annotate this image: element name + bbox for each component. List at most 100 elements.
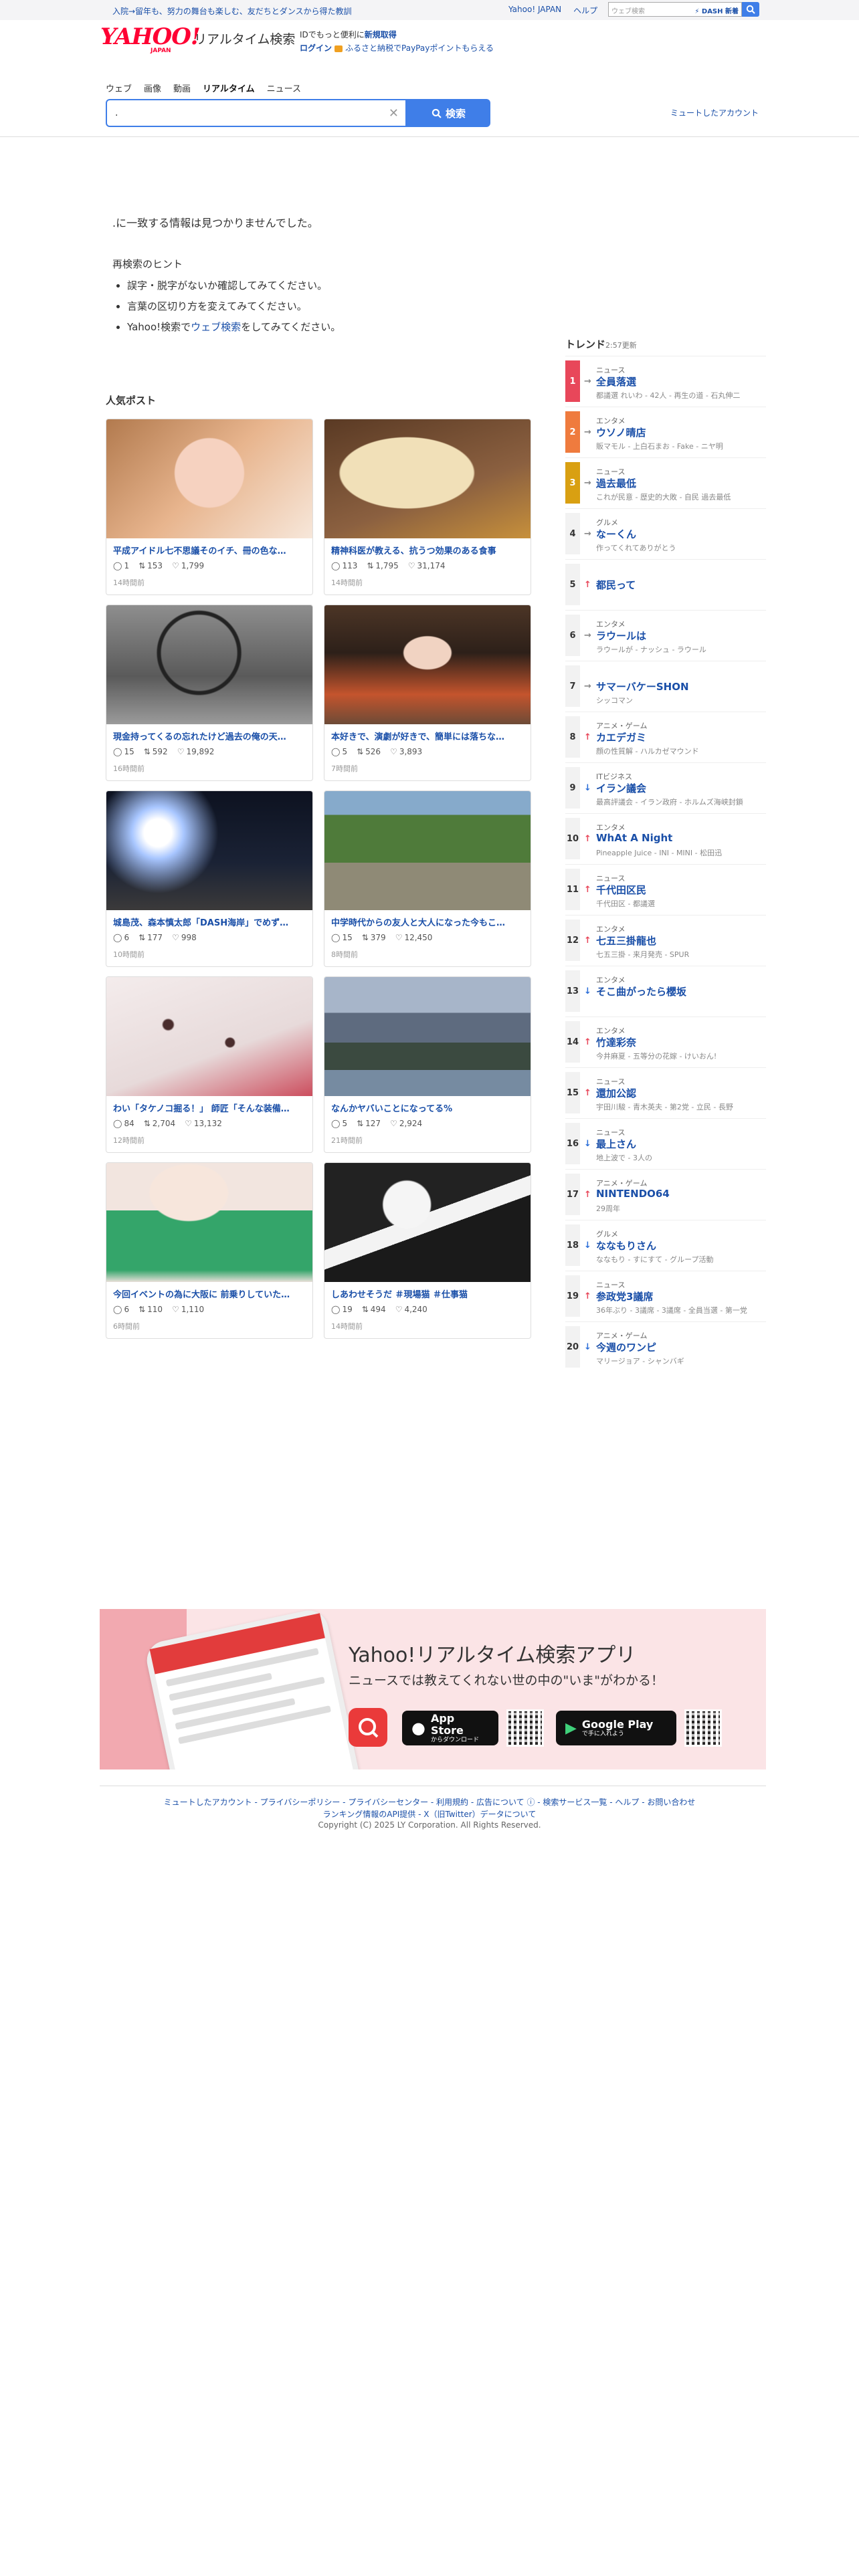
trend-item[interactable]: 12 ↑ エンタメ 七五三掛龍也 七五三掛 - 来月発売 - SPUR [565, 915, 766, 966]
trend-arrow-icon: → [584, 427, 591, 437]
trend-word[interactable]: そこ曲がったら櫻坂 [596, 984, 686, 998]
trend-item[interactable]: 17 ↑ アニメ・ゲーム NINTENDO64 29周年 [565, 1169, 766, 1220]
promo-link[interactable]: 入院→留年も、努力の舞台も楽しむ、友だちとダンスから得た教訓 [112, 5, 351, 17]
app-store-button[interactable]: ● App Store からダウンロード [402, 1711, 498, 1745]
trend-word[interactable]: 都民って [596, 578, 636, 592]
post-title[interactable]: 平成アイドル七不思議そのイチ、冊の色な… [113, 544, 307, 556]
app-banner[interactable]: Yahoo!リアルタイム検索アプリ ニュースでは教えてくれない世の中の"いま"が… [100, 1609, 766, 1769]
post-card[interactable]: 平成アイドル七不思議そのイチ、冊の色な… ◯ 1 ⇅ 153 ♡ 1,799 14時間… [106, 419, 313, 595]
footer-links[interactable]: ミュートしたアカウント - プライバシーポリシー - プライバシーセンター - … [0, 1796, 859, 1820]
trend-word[interactable]: イラン議会 [596, 781, 646, 795]
post-card[interactable]: わい「タケノコ掘る！」 師匠「そんな装備… ◯ 84 ⇅ 2,704 ♡ 13,132… [106, 976, 313, 1153]
reply-count: ◯ 6 [113, 933, 130, 942]
trend-word[interactable]: ウソノ晴店 [596, 425, 646, 439]
trend-item[interactable]: 20 ↓ アニメ・ゲーム 今週のワンピ マリージョア - シャンバギ [565, 1321, 766, 1372]
post-image[interactable] [106, 605, 312, 724]
trend-word[interactable]: 還加公認 [596, 1086, 636, 1100]
trend-word[interactable]: 七五三掛龍也 [596, 934, 656, 948]
search-button[interactable]: 検索 [407, 99, 490, 127]
trend-item[interactable]: 15 ↑ ニュース 還加公認 宇田川駿 - 青木英夫 - 第2党 - 立民 - … [565, 1067, 766, 1118]
trend-item[interactable]: 8 ↑ アニメ・ゲーム カエデガミ 顔の性質解 - ハルカゼマウンド [565, 712, 766, 762]
post-title[interactable]: なんかヤバいことになってる% [331, 1101, 525, 1114]
tab-web[interactable]: ウェブ [106, 82, 132, 94]
trend-item[interactable]: 6 → エンタメ ラウールは ラウールが - ナッシュ - ラウール [565, 610, 766, 661]
trend-item[interactable]: 10 ↑ エンタメ WhAt A Night Pineapple Juice -… [565, 813, 766, 864]
post-card[interactable]: なんかヤバいことになってる% ◯ 5 ⇅ 127 ♡ 2,924 21時間前 [324, 976, 531, 1153]
post-card[interactable]: 本好きで、演劇が好きで、簡単には落ちな… ◯ 5 ⇅ 526 ♡ 3,893 7時間前 [324, 605, 531, 781]
tab-news[interactable]: ニュース [267, 82, 301, 94]
post-title[interactable]: しあわせそうだ ＃現場猫 ＃仕事猫 [331, 1287, 525, 1300]
trend-item[interactable]: 14 ↑ エンタメ 竹達彩奈 今井麻夏 - 五等分の花嫁 - けいおん! [565, 1016, 766, 1067]
tab-realtime[interactable]: リアルタイム [203, 82, 255, 94]
repost-icon: ⇅ [143, 747, 151, 756]
trend-word[interactable]: サマーバケーSHON [596, 679, 689, 693]
post-title[interactable]: 精神科医が教える、抗うつ効果のある食事 [331, 544, 525, 556]
trend-word[interactable]: 過去最低 [596, 476, 636, 490]
furusato-link[interactable]: ふるさと納税でPayPayポイントもらえる [345, 43, 494, 53]
post-card[interactable]: 今回イベントの為に大阪に 前乗りしていた… ◯ 6 ⇅ 110 ♡ 1,110 6時間… [106, 1162, 313, 1339]
yahoo-japan-link[interactable]: Yahoo! JAPAN [508, 5, 561, 16]
post-image[interactable] [324, 1163, 531, 1282]
trend-word[interactable]: ラウールは [596, 629, 646, 643]
trend-word[interactable]: 最上さん [596, 1137, 636, 1151]
mini-search-button[interactable] [742, 2, 759, 17]
post-image[interactable] [106, 1163, 312, 1282]
mini-search-input[interactable]: ウェブ検索 ⚡ DASH 新着 [608, 2, 742, 17]
trend-item[interactable]: 4 → グルメ なーくん 作ってくれてありがとう [565, 508, 766, 559]
post-title[interactable]: 現金持ってくるの忘れたけど過去の俺の天… [113, 730, 307, 742]
post-title[interactable]: 本好きで、演劇が好きで、簡単には落ちな… [331, 730, 525, 742]
google-play-button[interactable]: ▶ Google Play で手に入れよう [556, 1711, 676, 1745]
trend-word[interactable]: 参政党3議席 [596, 1289, 653, 1303]
trend-word[interactable]: ななもりさん [596, 1239, 656, 1253]
post-title[interactable]: 中学時代からの友人と大人になった今もこ… [331, 916, 525, 928]
trend-word[interactable]: WhAt A Night [596, 832, 672, 844]
post-image[interactable] [324, 791, 531, 910]
login-link[interactable]: ログイン [300, 43, 332, 53]
post-image[interactable] [324, 419, 531, 538]
web-search-link[interactable]: ウェブ検索 [191, 321, 241, 333]
trend-item[interactable]: 5 ↑ 都民って [565, 559, 766, 610]
trend-word[interactable]: NINTENDO64 [596, 1188, 670, 1200]
post-image[interactable] [106, 977, 312, 1096]
trend-item[interactable]: 1 → ニュース 全員落選 都議選 れいわ - 42人 - 再生の道 - 石丸伸… [565, 356, 766, 407]
post-image[interactable] [106, 791, 312, 910]
trend-word[interactable]: 竹達彩奈 [596, 1035, 636, 1049]
post-card[interactable]: 中学時代からの友人と大人になった今もこ… ◯ 15 ⇅ 379 ♡ 12,450 8時… [324, 790, 531, 967]
yahoo-logo[interactable]: YAHOO! JAPAN [100, 25, 201, 55]
trend-item[interactable]: 2 → エンタメ ウソノ晴店 販マモル - 上白石まお - Fake - ニヤ明 [565, 407, 766, 457]
muted-accounts-link[interactable]: ミュートしたアカウント [670, 107, 759, 118]
post-image[interactable] [324, 605, 531, 724]
trend-word[interactable]: 千代田区民 [596, 883, 646, 897]
post-card[interactable]: しあわせそうだ ＃現場猫 ＃仕事猫 ◯ 19 ⇅ 494 ♡ 4,240 14時間前 [324, 1162, 531, 1339]
trend-word[interactable]: 全員落選 [596, 374, 636, 389]
post-card[interactable]: 城島茂、森本慎太郎「DASH海岸」でめず… ◯ 6 ⇅ 177 ♡ 998 10時間前 [106, 790, 313, 967]
trend-word[interactable]: なーくん [596, 527, 636, 541]
post-title[interactable]: 城島茂、森本慎太郎「DASH海岸」でめず… [113, 916, 307, 928]
register-link[interactable]: 新規取得 [365, 30, 397, 39]
trend-item[interactable]: 11 ↑ ニュース 千代田区民 千代田区 - 都議選 [565, 864, 766, 915]
post-card[interactable]: 現金持ってくるの忘れたけど過去の俺の天… ◯ 15 ⇅ 592 ♡ 19,892 16… [106, 605, 313, 781]
search-input[interactable]: . ✕ [106, 99, 407, 127]
footer-links-line1[interactable]: ミュートしたアカウント - プライバシーポリシー - プライバシーセンター - … [0, 1796, 859, 1808]
trend-item[interactable]: 13 ↓ エンタメ そこ曲がったら櫻坂 [565, 966, 766, 1016]
trend-word[interactable]: 今週のワンピ [596, 1340, 656, 1354]
footer-links-line2[interactable]: ランキング情報のAPI提供 - X（旧Twitter）データについて [0, 1808, 859, 1820]
trend-item[interactable]: 19 ↑ ニュース 参政党3議席 36年ぶり - 3議席 - 3議席 - 全員当… [565, 1271, 766, 1321]
post-image[interactable] [324, 977, 531, 1096]
trend-item[interactable]: 3 → ニュース 過去最低 これが民意 - 歴史的大敗 - 自民 過去最低 [565, 457, 766, 508]
post-title[interactable]: 今回イベントの為に大阪に 前乗りしていた… [113, 1287, 307, 1300]
post-card[interactable]: 精神科医が教える、抗うつ効果のある食事 ◯ 113 ⇅ 1,795 ♡ 31,174 … [324, 419, 531, 595]
trend-item[interactable]: 9 ↓ ITビジネス イラン議会 最高評議会 - イラン政府 - ホルムズ海峡封… [565, 762, 766, 813]
trend-word[interactable]: カエデガミ [596, 730, 646, 744]
post-stats: ◯ 6 ⇅ 177 ♡ 998 [113, 933, 197, 942]
help-link[interactable]: ヘルプ [573, 5, 597, 16]
trend-item[interactable]: 16 ↓ ニュース 最上さん 地上波で - 3人の [565, 1118, 766, 1169]
tab-video[interactable]: 動画 [173, 82, 191, 94]
post-image[interactable] [106, 419, 312, 538]
trend-item[interactable]: 18 ↓ グルメ ななもりさん ななもり - すにすて - グループ活動 [565, 1220, 766, 1271]
post-stats: ◯ 84 ⇅ 2,704 ♡ 13,132 [113, 1119, 222, 1128]
trend-item[interactable]: 7 → サマーバケーSHON シッコマン [565, 661, 766, 712]
post-title[interactable]: わい「タケノコ掘る！」 師匠「そんな装備… [113, 1101, 307, 1114]
clear-icon[interactable]: ✕ [389, 106, 399, 120]
tab-images[interactable]: 画像 [144, 82, 161, 94]
